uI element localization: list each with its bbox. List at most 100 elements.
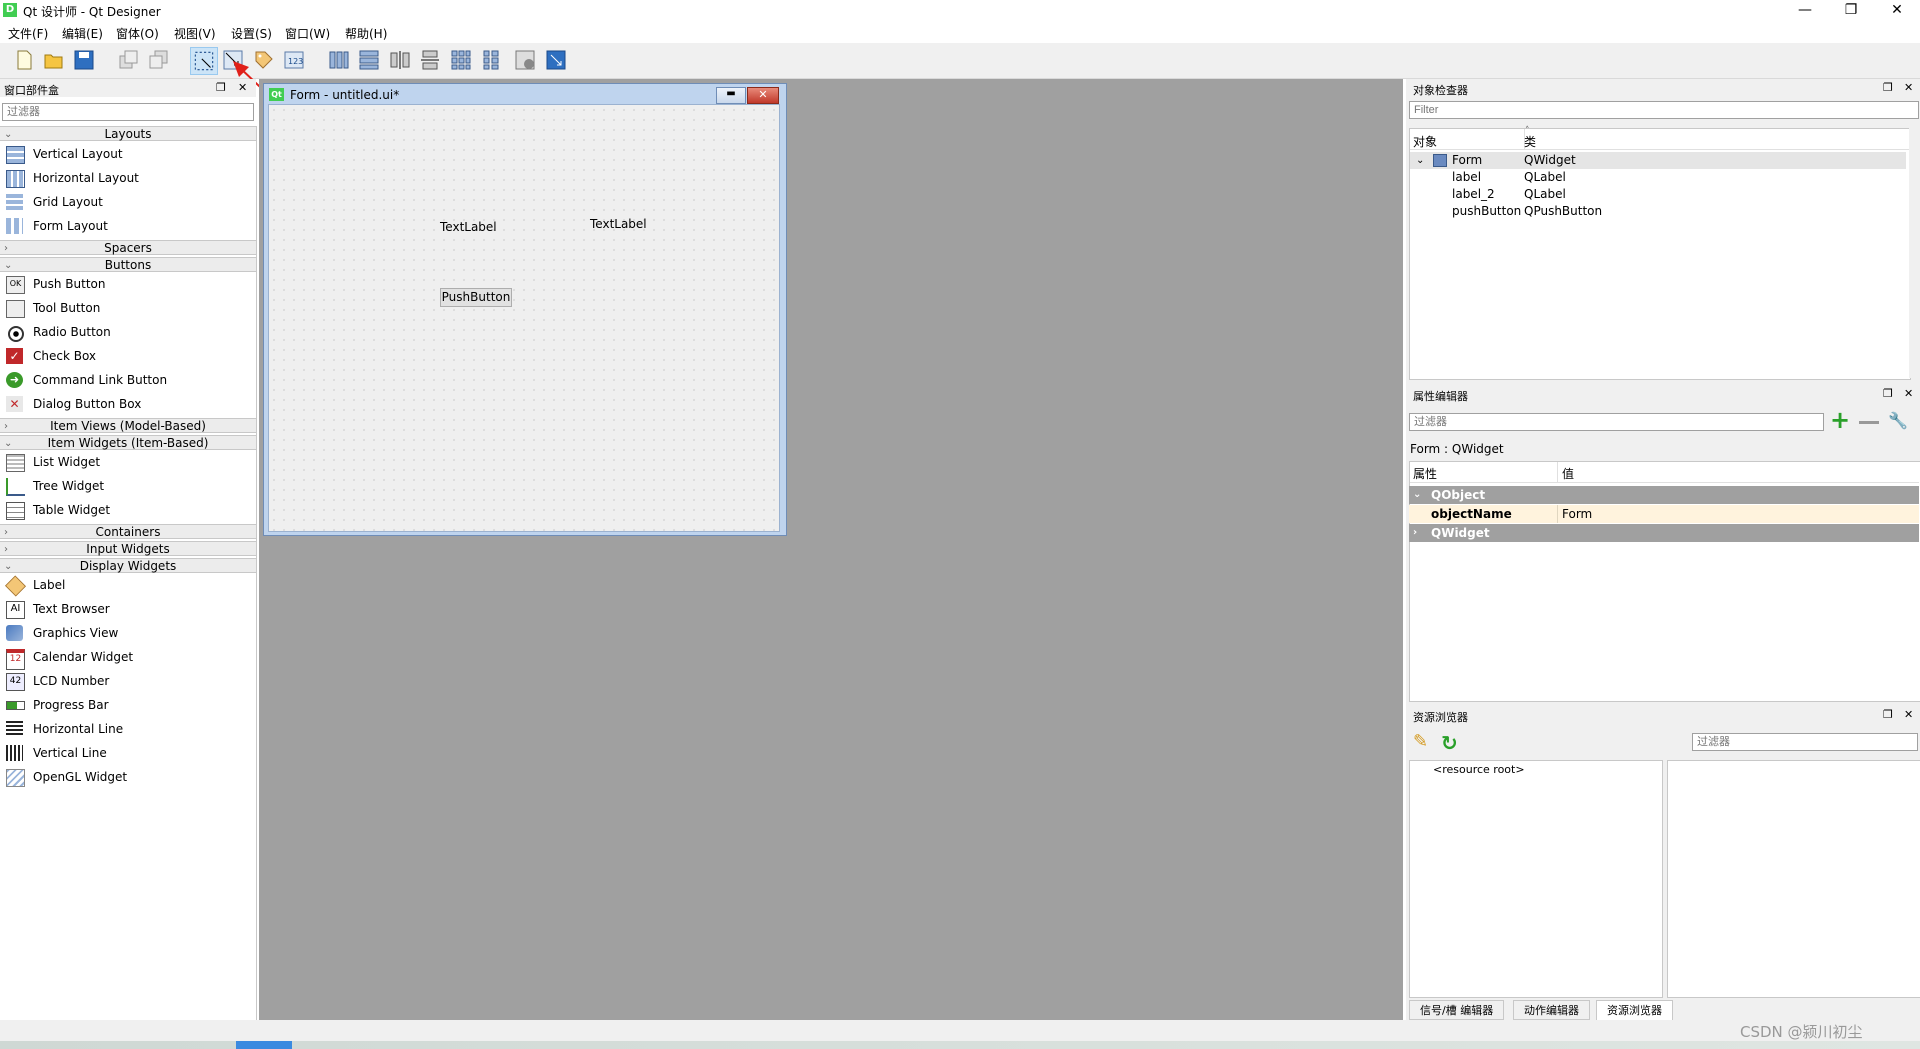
category-spacers[interactable]: › Spacers: [0, 240, 256, 255]
column-value[interactable]: 值: [1562, 465, 1574, 482]
expand-chevron-icon[interactable]: ⌄: [1413, 486, 1421, 504]
category-input-widgets[interactable]: › Input Widgets: [0, 541, 256, 556]
close-panel-icon[interactable]: ✕: [1904, 81, 1913, 94]
category-containers[interactable]: › Containers: [0, 524, 256, 539]
collapse-chevron-icon[interactable]: ›: [1413, 524, 1417, 542]
bring-to-front-icon[interactable]: [117, 48, 141, 72]
tab-signal-slot-editor[interactable]: 信号/槽 编辑器: [1409, 1000, 1505, 1020]
push-button-icon: OK: [6, 276, 25, 294]
radio-button-icon: [8, 326, 24, 342]
new-form-icon[interactable]: [12, 48, 36, 72]
lay-out-grid-icon[interactable]: [449, 48, 473, 72]
table-widget-icon: [6, 502, 25, 520]
push-button[interactable]: PushButton: [440, 288, 512, 307]
tab-action-editor[interactable]: 动作编辑器: [1513, 1000, 1590, 1020]
widget-box-title-bar: 窗口部件盒 ❐ ✕: [0, 79, 256, 97]
object-inspector-filter-input[interactable]: [1409, 101, 1919, 119]
tree-widget-icon: [6, 478, 25, 496]
qt-icon: Qt: [269, 88, 284, 101]
add-dynamic-property-icon[interactable]: +: [1830, 408, 1850, 432]
close-panel-icon[interactable]: ✕: [1904, 387, 1913, 400]
property-editor-title: 属性编辑器: [1413, 390, 1468, 403]
qt-designer-app-icon: D: [3, 3, 17, 17]
property-filter-input[interactable]: [1409, 413, 1824, 431]
tab-resource-browser[interactable]: 资源浏览器: [1596, 1000, 1673, 1020]
lay-out-form-icon[interactable]: [479, 48, 503, 72]
menu-form[interactable]: 窗体(O): [116, 25, 159, 42]
resource-filter-input[interactable]: [1692, 733, 1918, 751]
cell-divider: [1557, 505, 1558, 523]
property-group-qwidget[interactable]: › QWidget: [1409, 524, 1919, 542]
float-icon[interactable]: ❐: [1883, 81, 1893, 94]
lcd-number-icon: 42: [6, 673, 25, 691]
configure-wrench-icon[interactable]: 🔧: [1888, 411, 1910, 433]
tree-object-name: label_2: [1452, 187, 1495, 201]
menu-edit[interactable]: 编辑(E): [62, 25, 103, 42]
category-display-widgets[interactable]: ⌄ Display Widgets: [0, 558, 256, 573]
tool-button-icon: [6, 300, 25, 318]
property-row-objectname[interactable]: objectName Form: [1409, 505, 1919, 523]
reload-icon[interactable]: ↻: [1441, 731, 1463, 755]
tree-object-name: Form: [1452, 153, 1483, 167]
menu-file[interactable]: 文件(F): [8, 25, 48, 42]
property-group-qobject[interactable]: ⌄ QObject: [1409, 486, 1919, 504]
tree-row-label[interactable]: label QLabel: [1410, 169, 1906, 186]
tree-row-push-button[interactable]: pushButton QPushButton: [1410, 203, 1906, 220]
send-to-back-icon[interactable]: [147, 48, 171, 72]
grid-layout-icon: [6, 194, 23, 210]
column-object[interactable]: 对象: [1413, 133, 1437, 150]
close-icon[interactable]: ✕: [1874, 0, 1920, 22]
float-icon[interactable]: ❐: [216, 81, 226, 94]
label-tag-icon: [5, 575, 26, 597]
tree-row-label-2[interactable]: label_2 QLabel: [1410, 186, 1906, 203]
header-divider: [1557, 462, 1558, 482]
minimize-icon[interactable]: —: [1782, 0, 1828, 22]
property-editor-title-bar: 属性编辑器 ❐ ✕: [1409, 385, 1920, 403]
dialog-button-box-icon: ✕: [6, 396, 23, 412]
lay-out-horizontally-splitter-icon[interactable]: [388, 48, 412, 72]
float-icon[interactable]: ❐: [1883, 708, 1893, 721]
form-minimize-icon[interactable]: ▬: [716, 87, 746, 104]
close-panel-icon[interactable]: ✕: [1904, 708, 1913, 721]
menu-window[interactable]: 窗口(W): [285, 25, 330, 42]
resource-root-item[interactable]: <resource root>: [1433, 763, 1525, 776]
opengl-widget-icon: [6, 769, 25, 787]
save-form-icon[interactable]: [72, 48, 96, 72]
text-label-1[interactable]: TextLabel: [440, 220, 497, 234]
adjust-size-icon[interactable]: [544, 48, 568, 72]
object-inspector-title-bar: 对象检查器 ❐ ✕: [1409, 79, 1920, 97]
object-tree-scrollbar[interactable]: [1909, 128, 1919, 378]
watermark: CSDN @颍川初尘: [1740, 1023, 1863, 1041]
text-label-2[interactable]: TextLabel: [590, 217, 647, 231]
lay-out-vertically-splitter-icon[interactable]: [418, 48, 442, 72]
category-item-widgets[interactable]: ⌄ Item Widgets (Item-Based): [0, 435, 256, 450]
taskbar-active-item[interactable]: [236, 1041, 292, 1049]
form-canvas[interactable]: TextLabel TextLabel PushButton: [268, 104, 780, 532]
remove-dynamic-property-icon[interactable]: [1859, 421, 1879, 424]
menu-settings[interactable]: 设置(S): [231, 25, 272, 42]
edit-resources-pencil-icon[interactable]: ✎: [1413, 731, 1435, 753]
tree-row-form[interactable]: ⌄ Form QWidget: [1410, 152, 1906, 169]
float-icon[interactable]: ❐: [1883, 387, 1893, 400]
list-widget-icon: [6, 454, 25, 472]
edit-widgets-icon[interactable]: [190, 47, 218, 75]
break-layout-icon[interactable]: [513, 48, 537, 72]
open-form-icon[interactable]: [42, 48, 66, 72]
close-panel-icon[interactable]: ✕: [238, 81, 247, 94]
menu-help[interactable]: 帮助(H): [345, 25, 387, 42]
category-item-views[interactable]: › Item Views (Model-Based): [0, 418, 256, 433]
menu-view[interactable]: 视图(V): [174, 25, 216, 42]
expand-chevron-icon[interactable]: ⌄: [1416, 152, 1424, 169]
column-property[interactable]: 属性: [1413, 465, 1437, 482]
group-name: QObject: [1431, 488, 1486, 502]
restore-icon[interactable]: ❐: [1828, 0, 1874, 22]
column-class[interactable]: 类: [1524, 133, 1536, 150]
form-close-icon[interactable]: ✕: [747, 87, 779, 104]
category-buttons[interactable]: ⌄ Buttons: [0, 257, 256, 272]
tree-object-name: pushButton: [1452, 204, 1522, 218]
property-value[interactable]: Form: [1562, 505, 1592, 523]
widget-box-filter-input[interactable]: [2, 103, 254, 121]
calendar-icon: 12: [6, 649, 25, 670]
category-layouts[interactable]: ⌄ Layouts: [0, 126, 256, 141]
widget-box-title: 窗口部件盒: [4, 84, 59, 97]
